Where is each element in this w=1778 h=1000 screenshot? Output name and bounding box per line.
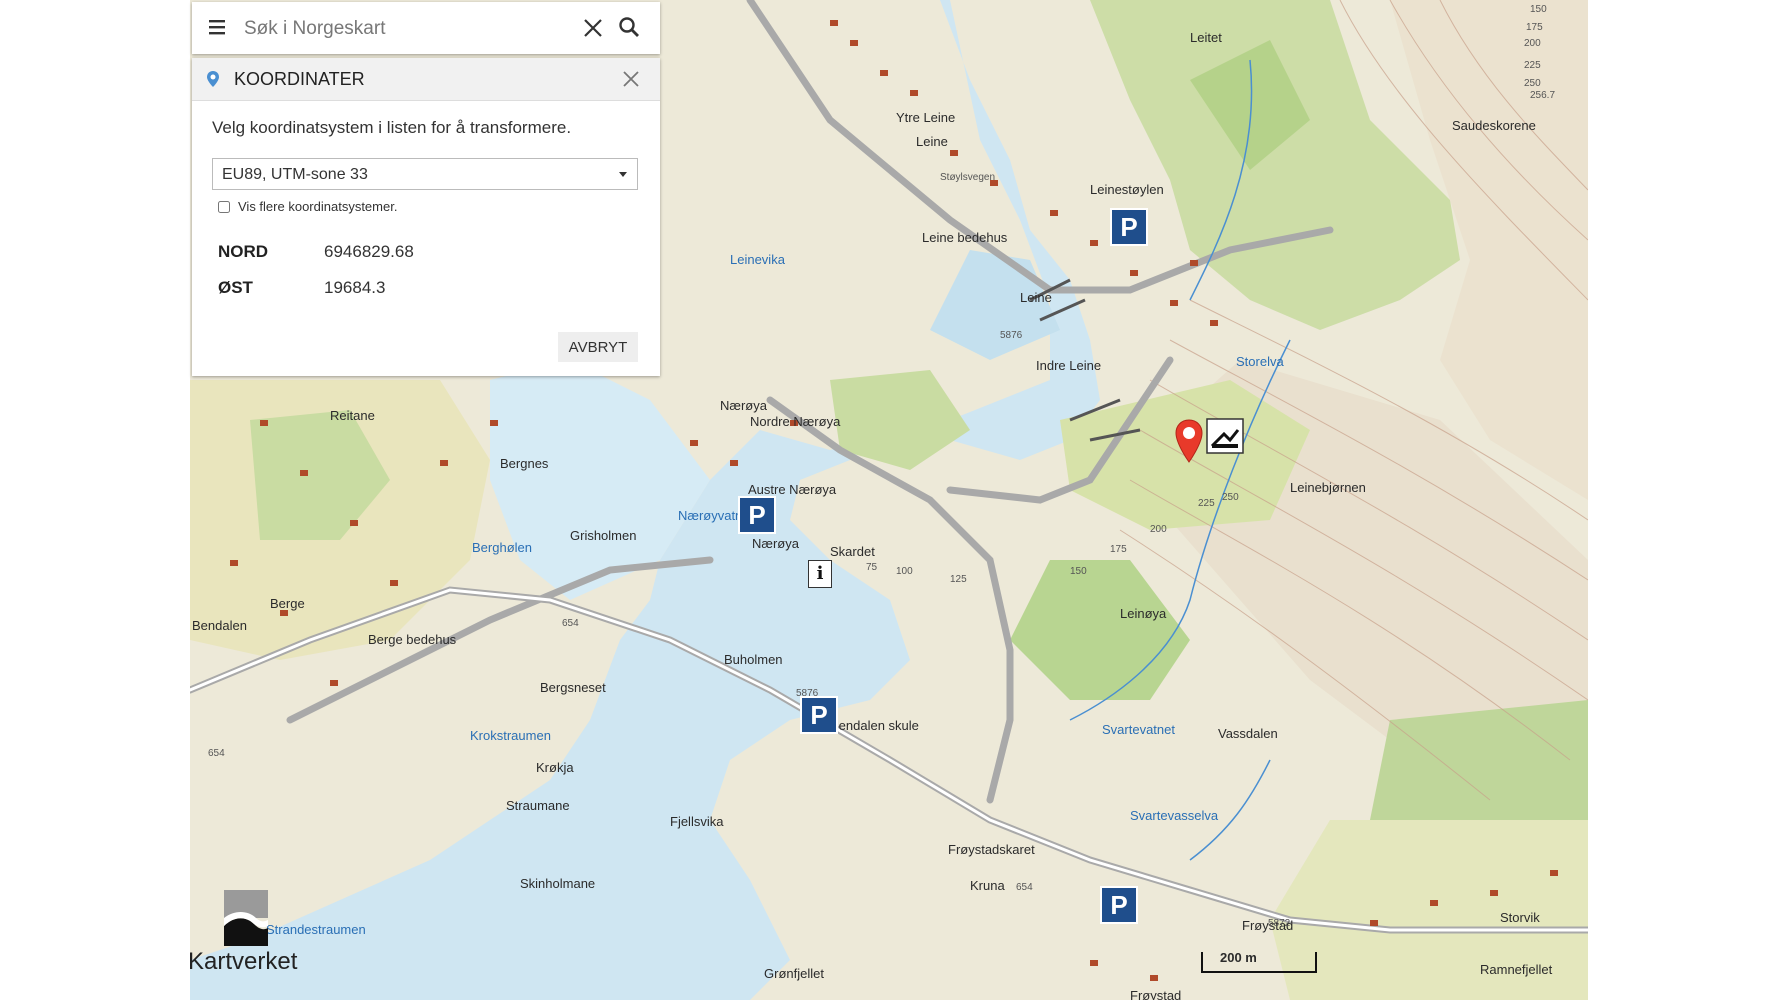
place-label: Kruna bbox=[970, 878, 1005, 893]
scale-bar bbox=[1201, 952, 1317, 973]
road-number: 654 bbox=[562, 618, 579, 629]
coord-value-ost: 19684.3 bbox=[324, 278, 386, 297]
panel-title: KOORDINATER bbox=[234, 69, 365, 89]
kartverket-logo-text: Kartverket bbox=[190, 948, 298, 975]
viewpoint-sign bbox=[1206, 418, 1244, 454]
panel-header: KOORDINATER bbox=[192, 58, 660, 101]
place-label: Grisholmen bbox=[570, 528, 637, 543]
place-label: Leine bedehus bbox=[922, 230, 1008, 245]
place-label: Frøystad bbox=[1130, 988, 1182, 1000]
place-label: Bergnes bbox=[500, 456, 549, 471]
place-label: Leitet bbox=[1190, 30, 1222, 45]
contour-label: 175 bbox=[1526, 22, 1543, 33]
place-label: Bendalen bbox=[192, 618, 247, 633]
location-pin-icon[interactable] bbox=[1174, 418, 1204, 464]
place-label: Skardet bbox=[830, 544, 875, 559]
place-label: Straumane bbox=[506, 798, 570, 813]
parking-sign: P bbox=[1110, 208, 1148, 246]
info-sign: i bbox=[808, 560, 832, 588]
place-label: Ytre Leine bbox=[896, 110, 956, 125]
close-icon[interactable] bbox=[622, 70, 640, 88]
parking-sign: P bbox=[800, 696, 838, 734]
coordinate-system-select[interactable]: EU89, UTM-sone 33 bbox=[212, 158, 638, 190]
place-label: Leinestøylen bbox=[1090, 182, 1164, 197]
place-label: Strandestraumen bbox=[266, 922, 366, 937]
place-label: Krokstraumen bbox=[470, 728, 551, 743]
place-label: Bergsneset bbox=[540, 680, 606, 695]
place-label: Saudeskorene bbox=[1452, 118, 1536, 133]
contour-label: 75 bbox=[866, 562, 878, 573]
place-label: Frøystadskaret bbox=[948, 842, 1035, 857]
road-number: 5872 bbox=[1268, 918, 1291, 929]
more-systems-label: Vis flere koordinatsystemer. bbox=[238, 199, 398, 214]
selected-system: EU89, UTM-sone 33 bbox=[222, 166, 368, 183]
place-label: Storvik bbox=[1500, 910, 1540, 925]
contour-label: 150 bbox=[1070, 566, 1087, 577]
contour-label: 150 bbox=[1530, 4, 1547, 15]
parking-sign: P bbox=[738, 496, 776, 534]
place-label: Berghølen bbox=[472, 540, 532, 555]
menu-icon[interactable] bbox=[208, 18, 226, 36]
place-label: Berge bedehus bbox=[368, 632, 457, 647]
place-label: Leinevika bbox=[730, 252, 785, 267]
panel-description: Velg koordinatsystem i listen for å tran… bbox=[212, 118, 572, 137]
place-label: Nordre Nærøya bbox=[750, 414, 841, 429]
contour-label: 250 bbox=[1524, 78, 1541, 89]
contour-label: 200 bbox=[1524, 38, 1541, 49]
contour-label: 200 bbox=[1150, 524, 1167, 535]
search-icon[interactable] bbox=[618, 16, 640, 38]
parking-sign: P bbox=[1100, 886, 1138, 924]
road-number: 654 bbox=[208, 748, 225, 759]
place-label: Indre Leine bbox=[1036, 358, 1102, 373]
search-input[interactable] bbox=[242, 14, 556, 44]
place-label: Reitane bbox=[330, 408, 375, 423]
coordinates-panel: KOORDINATER Velg koordinatsystem i liste… bbox=[192, 58, 660, 376]
contour-label: 256.7 bbox=[1530, 90, 1556, 101]
place-label: Skinholmane bbox=[520, 876, 596, 891]
road-number: 654 bbox=[1016, 882, 1033, 893]
contour-label: 100 bbox=[896, 566, 913, 577]
scale-label: 200 m bbox=[1220, 950, 1257, 965]
place-label: Svartevatnet bbox=[1102, 722, 1175, 737]
contour-label: 225 bbox=[1198, 498, 1215, 509]
more-systems-checkbox[interactable] bbox=[218, 201, 230, 213]
place-label: Ramnefjellet bbox=[1480, 962, 1553, 977]
coord-label-nord: NORD bbox=[218, 242, 269, 261]
map-marker-icon bbox=[207, 71, 219, 87]
cancel-button[interactable]: AVBRYT bbox=[558, 332, 638, 362]
place-label: Austre Nærøya bbox=[748, 482, 837, 497]
place-label: Nærøya bbox=[720, 398, 767, 413]
place-label: Krøkja bbox=[536, 760, 574, 775]
caret-down-icon bbox=[619, 172, 627, 177]
place-label: Svartevasselva bbox=[1130, 808, 1219, 823]
place-label: Fjellsvika bbox=[670, 814, 724, 829]
place-label: Leine bbox=[916, 134, 948, 149]
kartverket-logo-icon bbox=[224, 890, 268, 946]
contour-label: 225 bbox=[1524, 60, 1541, 71]
contour-label: 250 bbox=[1222, 492, 1239, 503]
coord-value-nord: 6946829.68 bbox=[324, 242, 414, 261]
contour-label: 125 bbox=[950, 574, 967, 585]
place-label: Leine bbox=[1020, 290, 1052, 305]
place-label: Leinebjørnen bbox=[1290, 480, 1366, 495]
place-label: Vassdalen bbox=[1218, 726, 1278, 741]
clear-icon[interactable] bbox=[582, 17, 604, 39]
place-label: Leinøya bbox=[1120, 606, 1167, 621]
place-label: Storelva bbox=[1236, 354, 1284, 369]
contour-label: 175 bbox=[1110, 544, 1127, 555]
place-label: Grønfjellet bbox=[764, 966, 824, 981]
search-bar bbox=[192, 2, 660, 54]
road-number: 5876 bbox=[1000, 330, 1023, 341]
place-label: Støylsvegen bbox=[940, 172, 996, 183]
place-label: Berge bbox=[270, 596, 305, 611]
place-label: Bendalen skule bbox=[830, 718, 919, 733]
place-label: Nærøya bbox=[752, 536, 799, 551]
place-label: Buholmen bbox=[724, 652, 783, 667]
coord-label-ost: ØST bbox=[218, 278, 253, 297]
